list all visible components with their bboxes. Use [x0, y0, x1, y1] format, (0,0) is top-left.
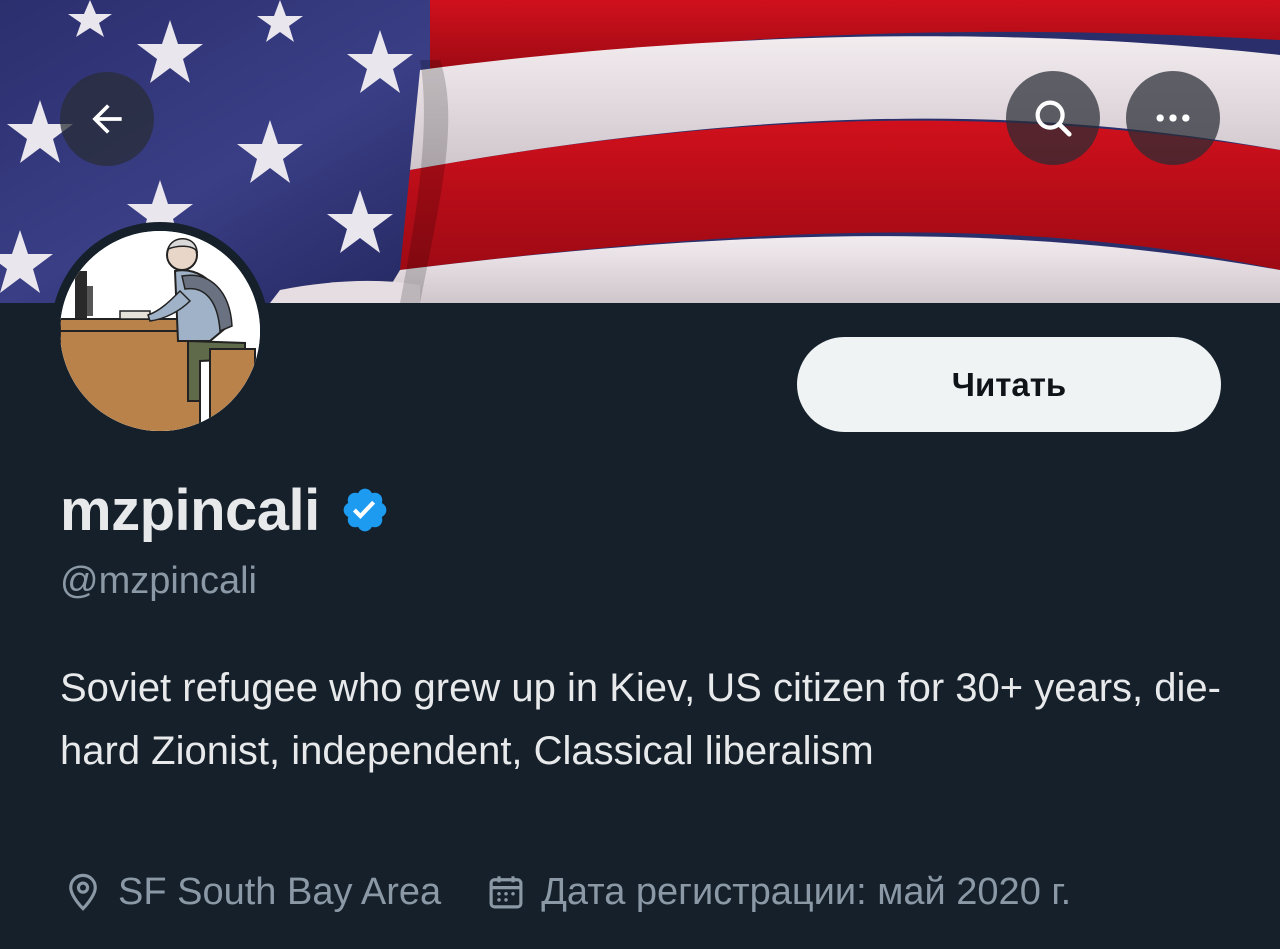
search-icon	[1035, 100, 1072, 137]
location: SF South Bay Area	[62, 871, 441, 914]
avatar-image	[60, 231, 260, 431]
bio: Soviet refugee who grew up in Kiev, US c…	[60, 666, 1221, 773]
more-options-button[interactable]	[1126, 71, 1220, 165]
search-button[interactable]	[1006, 71, 1100, 165]
follow-button[interactable]: Читать	[797, 337, 1221, 432]
verified-badge-icon[interactable]	[340, 485, 390, 535]
arrow-left-icon	[92, 104, 122, 134]
more-dots-icon	[1156, 114, 1190, 122]
location-text: SF South Bay Area	[118, 870, 442, 913]
display-name: mzpincali	[60, 477, 320, 543]
person-at-desk-illustration	[60, 231, 260, 431]
profile-page: Читать mzpincali @mzpincali Soviet refug…	[0, 0, 1280, 949]
back-button[interactable]	[60, 72, 154, 166]
handle: @mzpincali	[60, 560, 257, 602]
profile-meta: SF South Bay Area Дата регистрации: май …	[62, 864, 1071, 920]
display-name-row: mzpincali	[60, 474, 390, 546]
calendar-icon	[485, 871, 527, 913]
avatar[interactable]	[51, 222, 269, 440]
location-pin-icon	[62, 871, 104, 913]
join-date: Дата регистрации: май 2020 г.	[485, 871, 1071, 914]
join-date-text: Дата регистрации: май 2020 г.	[541, 870, 1072, 913]
